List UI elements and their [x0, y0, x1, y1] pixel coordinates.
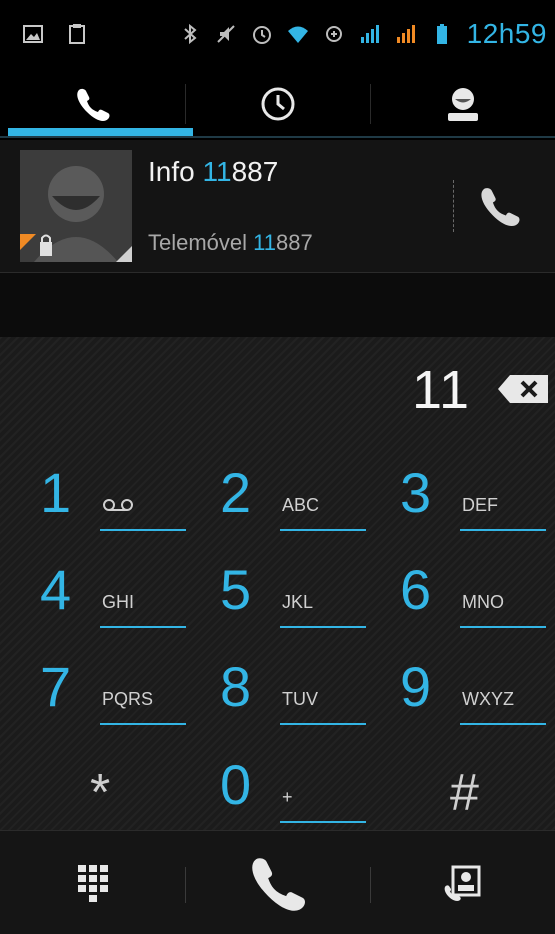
contact-name-match: 11 [202, 156, 232, 187]
key-digit: 8 [220, 655, 252, 718]
key-letters: MNO [462, 592, 504, 612]
signal-icon [396, 25, 415, 43]
key-underline [100, 723, 186, 725]
contact-number-rest: 887 [276, 230, 313, 255]
key-letters: TUV [282, 689, 318, 709]
mute-icon [216, 25, 235, 43]
key-9[interactable]: 9 WXYZ [370, 651, 546, 741]
call-button[interactable] [185, 831, 370, 934]
key-underline [100, 626, 186, 628]
key-underline [280, 529, 366, 531]
tab-indicator [8, 128, 193, 136]
key-letters: ABC [282, 495, 320, 515]
key-8[interactable]: 8 TUV [190, 651, 366, 741]
signal-icon [360, 25, 379, 43]
key-underline [280, 723, 366, 725]
key-underline [460, 626, 546, 628]
contact-divider [453, 180, 454, 232]
key-symbol: # [450, 764, 479, 822]
contact-card-icon [444, 865, 480, 901]
contact-number: Telemóvel 11887 [148, 230, 313, 256]
dialpad-icon [77, 864, 108, 902]
key-letters: DEF [462, 495, 498, 515]
image-icon [23, 25, 43, 43]
call-icon [251, 857, 305, 911]
contact-name: Info 11887 [148, 156, 278, 188]
key-6[interactable]: 6 MNO [370, 554, 546, 644]
status-clock: 12h59 [466, 18, 547, 49]
contact-avatar[interactable] [20, 150, 132, 262]
default-avatar-icon [20, 150, 132, 262]
voicemail-icon [103, 499, 133, 511]
key-underline [280, 626, 366, 628]
alarm-icon [252, 26, 271, 44]
data-icon [325, 26, 342, 42]
key-2[interactable]: 2 ABC [190, 457, 366, 547]
key-5[interactable]: 5 JKL [190, 554, 366, 644]
bluetooth-icon [183, 23, 197, 45]
key-letters: JKL [282, 592, 314, 612]
dialed-digits[interactable]: 11 [0, 359, 470, 421]
tab-contacts[interactable] [370, 68, 555, 140]
key-underline [100, 529, 186, 531]
tab-baseline [0, 136, 555, 138]
key-digit: 2 [220, 461, 252, 524]
key-3[interactable]: 3 DEF [370, 457, 546, 547]
key-underline [460, 723, 546, 725]
add-contact-button[interactable] [370, 831, 555, 934]
backspace-icon[interactable] [498, 373, 550, 405]
key-digit: 5 [220, 558, 252, 621]
key-digit: 9 [400, 655, 432, 718]
key-digit: 1 [40, 461, 72, 524]
key-1[interactable]: 1 [10, 457, 186, 547]
key-star[interactable]: * [10, 749, 180, 839]
contact-number-match: 11 [253, 230, 276, 255]
key-7[interactable]: 7 PQRS [10, 651, 186, 741]
key-letters: WXYZ [462, 689, 514, 709]
key-4[interactable]: 4 GHI [10, 554, 186, 644]
key-letters: PQRS [102, 689, 154, 709]
key-digit: 4 [40, 558, 72, 621]
status-bar: 12h59 [0, 0, 555, 68]
contact-name-prefix: Info [148, 156, 203, 187]
contact-call-icon[interactable] [474, 180, 526, 232]
key-digit: 3 [400, 461, 432, 524]
action-bar [0, 830, 555, 934]
key-digit: 0 [220, 753, 252, 816]
dialpad-toggle-button[interactable] [0, 831, 185, 934]
tab-recents[interactable] [185, 68, 370, 140]
clock-icon [261, 87, 294, 121]
contact-number-type: Telemóvel [148, 230, 254, 255]
dialer-screen: 12h59 Info 11887 Telemóvel 11887 11 1 2 … [0, 0, 555, 934]
key-underline [460, 529, 546, 531]
phone-icon [76, 88, 109, 121]
battery-icon [436, 24, 447, 44]
clipboard-icon [69, 24, 85, 44]
spacer [0, 273, 555, 337]
key-letters: + [282, 787, 293, 807]
key-digit: 7 [40, 655, 72, 718]
key-symbol: * [90, 764, 111, 822]
person-icon [447, 88, 478, 121]
key-letters: GHI [102, 592, 135, 612]
contact-name-rest: 887 [231, 156, 279, 187]
key-0[interactable]: 0 + [190, 749, 366, 839]
contact-suggestion[interactable]: Info 11887 Telemóvel 11887 [0, 140, 555, 273]
key-digit: 6 [400, 558, 432, 621]
wifi-icon [287, 26, 308, 43]
key-hash[interactable]: # [370, 749, 540, 839]
key-underline [280, 821, 366, 823]
